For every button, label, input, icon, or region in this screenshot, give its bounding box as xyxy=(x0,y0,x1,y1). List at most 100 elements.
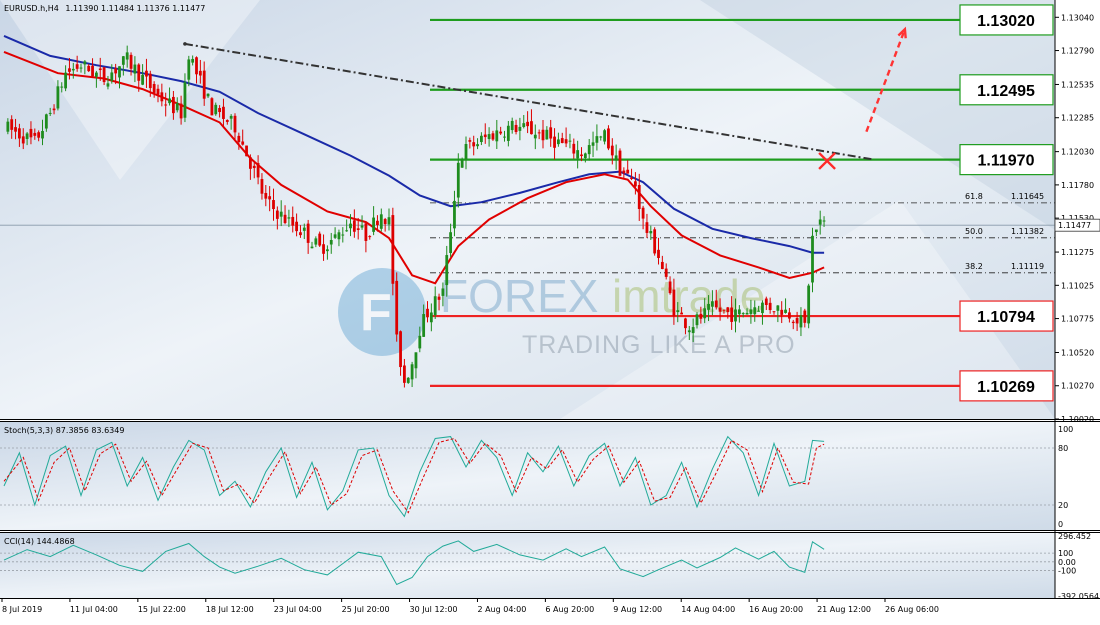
candle-body xyxy=(79,67,83,69)
candle-body xyxy=(241,141,245,145)
candle-body xyxy=(603,130,606,142)
candle-body xyxy=(545,129,549,140)
candle-body xyxy=(368,236,372,238)
candle-body xyxy=(287,217,291,219)
stoch-label: Stoch(5,3,3) 87.3856 83.6349 xyxy=(4,426,124,435)
time-axis-tick-label: 16 Aug 20:00 xyxy=(749,605,803,614)
watermark-brand-left: FOREX xyxy=(440,270,598,322)
candle-body xyxy=(780,309,784,315)
candle-body xyxy=(410,364,414,380)
candle-body xyxy=(807,285,811,324)
candle-body xyxy=(660,261,664,270)
candle-body xyxy=(456,162,460,198)
candle-body xyxy=(360,225,364,228)
candle-body xyxy=(514,124,518,132)
candle-body xyxy=(295,221,298,232)
candle-body xyxy=(10,119,14,130)
candle-body xyxy=(141,74,144,85)
candle-body xyxy=(403,365,406,383)
candle-body xyxy=(614,155,618,161)
candle-body xyxy=(6,121,10,132)
time-axis-tick-label: 9 Aug 12:00 xyxy=(613,605,662,614)
candle-body xyxy=(341,234,345,236)
candle-body xyxy=(145,70,148,77)
candle-body xyxy=(761,302,764,314)
candle-body xyxy=(618,150,622,176)
candle-body xyxy=(14,127,17,132)
stoch-axis-tick-label: 20 xyxy=(1058,501,1068,510)
candle-body xyxy=(730,307,734,322)
price-axis-tick-label: 1.11275 xyxy=(1061,248,1094,257)
chart-canvas[interactable]: F FOREX imtrade TRADING LIKE A PRO 61.8 1… xyxy=(0,0,1100,625)
candle-body xyxy=(233,115,237,133)
candle-body xyxy=(225,120,229,122)
candle-body xyxy=(229,115,233,119)
candle-body xyxy=(630,177,633,180)
candle-body xyxy=(299,232,302,236)
candle-body xyxy=(264,192,268,199)
candle-body xyxy=(272,200,275,210)
candle-body xyxy=(599,136,603,138)
time-axis-tick-label: 18 Jul 12:00 xyxy=(206,605,254,614)
price-axis-tick-label: 1.10020 xyxy=(1061,415,1094,424)
price-axis-tick-label: 1.11780 xyxy=(1061,181,1094,190)
candle-body xyxy=(784,309,787,313)
price-axis-tick-label: 1.12030 xyxy=(1061,148,1094,157)
candle-body xyxy=(768,302,772,311)
candle-body xyxy=(322,244,325,254)
candle-body xyxy=(326,249,329,252)
candle-body xyxy=(222,106,225,119)
candle-body xyxy=(291,216,295,226)
candle-body xyxy=(249,157,252,169)
fibonacci-value-label: 1.11645 xyxy=(1011,192,1044,201)
candle-body xyxy=(372,217,375,232)
stoch-axis-tick-label: 80 xyxy=(1058,444,1068,453)
candle-body xyxy=(175,103,179,111)
candle-body xyxy=(557,139,560,145)
candle-body xyxy=(741,313,745,315)
candle-body xyxy=(441,288,445,296)
candle-body xyxy=(18,128,21,139)
candle-body xyxy=(476,144,479,147)
time-axis-tick-label: 30 Jul 12:00 xyxy=(410,605,458,614)
symbol-name: EURUSD.h,H4 xyxy=(4,4,59,13)
candle-body xyxy=(268,196,272,200)
candle-body xyxy=(83,61,87,65)
candle-body xyxy=(102,67,106,83)
candle-body xyxy=(95,72,98,77)
candle-body xyxy=(776,305,780,311)
candle-body xyxy=(160,92,164,102)
candle-body xyxy=(172,96,175,114)
candle-body xyxy=(391,215,395,284)
candle-body xyxy=(252,165,256,169)
candle-body xyxy=(533,134,537,139)
candle-body xyxy=(98,68,102,71)
chart-window: F FOREX imtrade TRADING LIKE A PRO 61.8 1… xyxy=(0,0,1100,625)
candle-body xyxy=(433,296,437,316)
cci-axis-tick-label: 296.452 xyxy=(1058,532,1091,541)
candle-body xyxy=(210,98,214,116)
cci-label: CCI(14) 144.4868 xyxy=(4,537,75,546)
stoch-axis-tick-label: 0 xyxy=(1058,520,1063,529)
fibonacci-ratio-label: 50.0 xyxy=(965,227,983,236)
time-axis-tick-label: 8 Jul 2019 xyxy=(2,605,42,614)
candle-body xyxy=(676,310,680,313)
price-axis-tick-label: 1.12535 xyxy=(1061,80,1094,89)
time-axis-tick-label: 14 Aug 04:00 xyxy=(681,605,735,614)
candle-body xyxy=(472,142,476,147)
candle-body xyxy=(379,214,383,229)
candle-body xyxy=(487,134,491,140)
candle-body xyxy=(757,310,760,312)
candle-body xyxy=(564,139,568,144)
candle-body xyxy=(791,321,795,324)
watermark-glyph: F xyxy=(360,284,392,342)
candle-body xyxy=(260,179,264,194)
candle-body xyxy=(87,65,91,72)
cci-axis-tick-label: -100 xyxy=(1058,567,1076,576)
candle-body xyxy=(749,309,753,314)
time-axis-tick-label: 2 Aug 04:00 xyxy=(477,605,526,614)
candle-body xyxy=(453,200,456,229)
candle-body xyxy=(499,131,503,134)
candle-body xyxy=(129,54,133,69)
candle-body xyxy=(437,296,441,300)
